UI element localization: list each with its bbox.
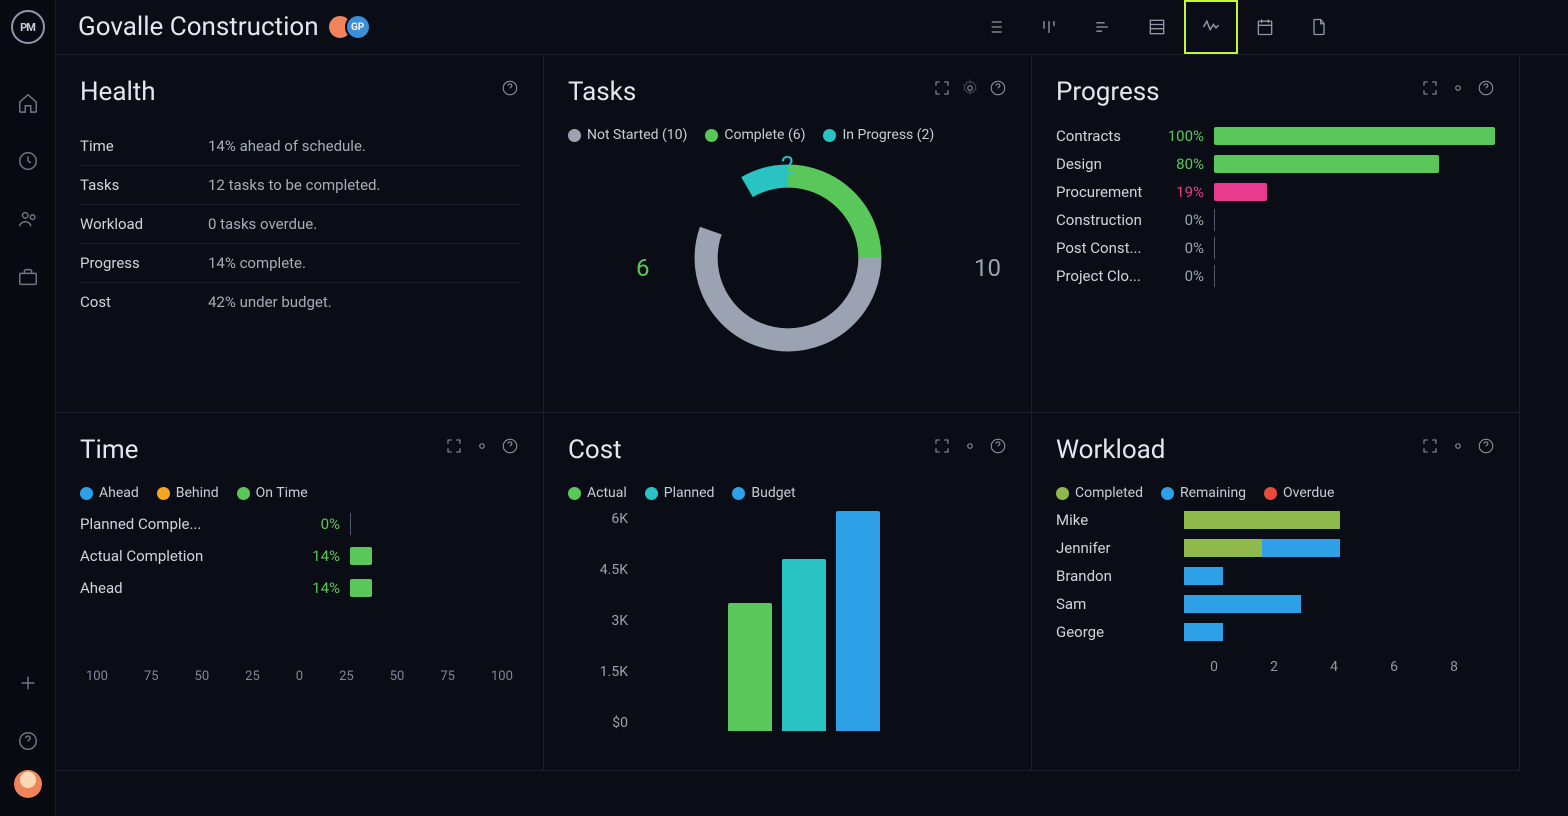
legend-item: Behind [157,485,219,501]
view-board-icon[interactable] [1022,0,1076,54]
legend-item: Completed [1056,485,1143,501]
plus-icon[interactable] [17,672,39,694]
health-value: 14% complete. [208,254,306,272]
legend-item: Complete (6) [705,127,805,143]
legend-item: In Progress (2) [823,127,934,143]
progress-row: Procurement19% [1056,183,1495,201]
workload-row: George [1056,623,1495,641]
time-row: Planned Comple...0% [80,515,519,533]
gear-icon[interactable] [961,437,979,455]
time-row: Ahead14% [80,579,519,597]
health-title: Health [80,77,519,107]
view-sheet-icon[interactable] [1130,0,1184,54]
health-label: Tasks [80,176,208,194]
workload-card: Workload CompletedRemainingOverdue MikeJ… [1032,413,1520,771]
briefcase-icon[interactable] [17,266,39,288]
home-icon[interactable] [17,92,39,114]
legend-item: Actual [568,485,627,501]
clock-icon[interactable] [17,150,39,172]
view-file-icon[interactable] [1292,0,1346,54]
progress-card: Progress Contracts100%Design80%Procureme… [1032,55,1520,413]
help-icon[interactable] [501,437,519,455]
legend-item: Planned [645,485,715,501]
health-row: Tasks12 tasks to be completed. [80,166,519,205]
donut-label-inprogress: 2 [781,151,795,179]
expand-icon[interactable] [933,79,951,97]
workload-row: Brandon [1056,567,1495,585]
cost-bar [728,603,772,731]
cost-bar [836,511,880,731]
cost-card: Cost ActualPlannedBudget 6K4.5K3K1.5K$0 [544,413,1032,771]
view-gantt-icon[interactable] [1076,0,1130,54]
help-icon[interactable] [17,730,39,752]
workload-row: Jennifer [1056,539,1495,557]
sidebar: PM [0,0,56,816]
health-value: 0 tasks overdue. [208,215,317,233]
health-label: Workload [80,215,208,233]
topbar: Govalle Construction GP [56,0,1568,55]
health-row: Time14% ahead of schedule. [80,127,519,166]
help-icon[interactable] [1477,437,1495,455]
gear-icon[interactable] [961,79,979,97]
help-icon[interactable] [1477,79,1495,97]
workload-row: Mike [1056,511,1495,529]
progress-row: Contracts100% [1056,127,1495,145]
tasks-card: Tasks Not Started (10)Complete (6)In Pro… [544,55,1032,413]
donut-label-notstarted: 10 [974,254,1001,282]
view-dashboard-icon[interactable] [1184,0,1238,54]
gear-icon[interactable] [1449,437,1467,455]
gear-icon[interactable] [1449,79,1467,97]
progress-row: Design80% [1056,155,1495,173]
user-avatar[interactable] [14,770,42,798]
help-icon[interactable] [989,437,1007,455]
workload-row: Sam [1056,595,1495,613]
health-value: 12 tasks to be completed. [208,176,380,194]
gear-icon[interactable] [473,437,491,455]
help-icon[interactable] [501,79,519,97]
legend-item: Overdue [1264,485,1334,501]
view-calendar-icon[interactable] [1238,0,1292,54]
health-label: Progress [80,254,208,272]
time-row: Actual Completion14% [80,547,519,565]
health-row: Cost42% under budget. [80,283,519,321]
health-card: Health Time14% ahead of schedule.Tasks12… [56,55,544,413]
expand-icon[interactable] [1421,79,1439,97]
health-row: Workload0 tasks overdue. [80,205,519,244]
time-card: Time AheadBehindOn Time Planned Comple..… [56,413,544,771]
progress-row: Project Clo...0% [1056,267,1495,285]
expand-icon[interactable] [933,437,951,455]
team-icon[interactable] [17,208,39,230]
progress-row: Construction0% [1056,211,1495,229]
legend-item: Ahead [80,485,139,501]
health-value: 14% ahead of schedule. [208,137,366,155]
help-icon[interactable] [989,79,1007,97]
cost-chart: 6K4.5K3K1.5K$0 [568,511,1007,751]
legend-item: Budget [732,485,795,501]
avatar-stack[interactable]: GP [335,14,371,40]
view-tabs [968,0,1346,54]
health-label: Time [80,137,208,155]
view-list-icon[interactable] [968,0,1022,54]
health-label: Cost [80,293,208,311]
expand-icon[interactable] [445,437,463,455]
pm-logo[interactable]: PM [11,10,45,44]
legend-item: Not Started (10) [568,127,687,143]
legend-item: Remaining [1161,485,1246,501]
health-value: 42% under budget. [208,293,332,311]
progress-row: Post Const...0% [1056,239,1495,257]
health-row: Progress14% complete. [80,244,519,283]
expand-icon[interactable] [1421,437,1439,455]
tasks-donut: 2 10 6 [568,153,1007,363]
project-title: Govalle Construction [78,12,319,42]
legend-item: On Time [237,485,308,501]
cost-bar [782,559,826,731]
donut-label-complete: 6 [636,254,650,282]
